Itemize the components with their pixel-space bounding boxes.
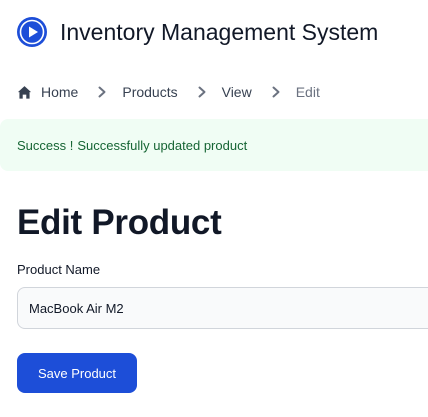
product-name-label: Product Name bbox=[17, 262, 101, 277]
chevron-right-icon bbox=[272, 86, 280, 98]
breadcrumb-home-label: Home bbox=[41, 84, 79, 100]
breadcrumb: Home Products View Edit bbox=[17, 82, 320, 102]
app-header: Inventory Management System bbox=[16, 14, 378, 50]
breadcrumb-products[interactable]: Products bbox=[122, 84, 177, 100]
alert-message: Successfully updated product bbox=[77, 137, 248, 153]
save-product-button[interactable]: Save Product bbox=[17, 353, 137, 393]
alert-title: Success ! bbox=[17, 137, 74, 153]
play-circle-icon[interactable] bbox=[16, 16, 48, 48]
success-alert: Success ! Successfully updated product bbox=[0, 119, 428, 171]
chevron-right-icon bbox=[198, 86, 206, 98]
app-title: Inventory Management System bbox=[60, 18, 379, 45]
home-icon bbox=[17, 85, 32, 99]
page: Inventory Management System Home Product… bbox=[0, 0, 428, 417]
chevron-right-icon bbox=[98, 86, 106, 98]
breadcrumb-home[interactable]: Home bbox=[17, 84, 78, 100]
breadcrumb-view[interactable]: View bbox=[222, 84, 252, 100]
product-name-input[interactable] bbox=[17, 287, 428, 329]
page-title: Edit Product bbox=[17, 203, 222, 242]
breadcrumb-edit-label: Edit bbox=[295, 84, 320, 100]
breadcrumb-edit: Edit bbox=[296, 84, 320, 100]
breadcrumb-view-label: View bbox=[221, 84, 252, 100]
breadcrumb-products-label: Products bbox=[122, 84, 178, 100]
